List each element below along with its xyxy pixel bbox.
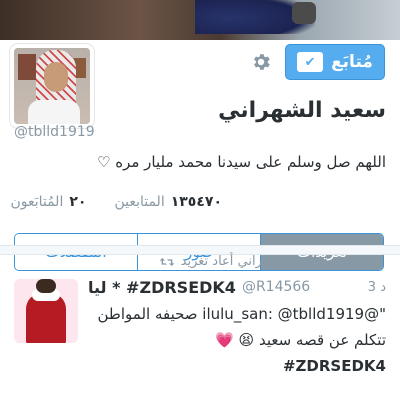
banner-camera: [292, 2, 316, 24]
profile-bio: اللهم صل وسلم على سيدنا محمد مليار مره ♡: [97, 153, 386, 171]
avatar[interactable]: [10, 44, 94, 128]
tweet-text: "@ilulu_san: @tblld1919 صحيفه المواطن تت…: [88, 301, 387, 379]
tweet-author-avatar[interactable]: [14, 279, 78, 343]
tweet-timestamp: 3 د: [367, 279, 386, 295]
profile-handle[interactable]: @tblld1919: [14, 124, 95, 140]
following-button[interactable]: ✔ مُتابَع: [285, 44, 385, 80]
tweet-line: "@ilulu_san: @tblld1919 صحيفه المواطن: [97, 305, 387, 323]
profile-stats: ١٣٥٤٧٠ المتابعين ٢٠ المُتابَعون: [0, 190, 400, 214]
tweet-header: ليا * #ZDRSEDK4 @R14566 3 د: [88, 276, 386, 298]
following-count: ٢٠: [69, 194, 87, 210]
profile-banner: [0, 0, 400, 40]
gear-icon-svg: [254, 54, 270, 70]
tweet-author-name[interactable]: ليا * #ZDRSEDK4: [88, 278, 236, 297]
followers-count: ١٣٥٤٧٠: [170, 194, 222, 210]
gear-icon[interactable]: [248, 49, 274, 75]
person-check-icon: ✔: [297, 52, 324, 72]
tweet[interactable]: ليا * #ZDRSEDK4 @R14566 3 د "@ilulu_san:…: [0, 275, 400, 400]
tweet-hashtag[interactable]: #ZDRSEDK4: [88, 353, 386, 379]
followers-label: المتابعين: [114, 194, 165, 210]
profile-name: سعيد الشهراني: [218, 98, 386, 123]
following-label: مُتابَع: [331, 52, 373, 72]
tweet-line: تتكلم عن قصه سعيد 😫 💗: [215, 331, 386, 349]
tweet-author-handle[interactable]: @R14566: [242, 279, 310, 295]
following-stat[interactable]: ٢٠ المُتابَعون: [10, 194, 86, 210]
retweet-context: سعيد الشهراني أعاد تغريد: [159, 254, 320, 269]
followers-stat[interactable]: ١٣٥٤٧٠ المتابعين: [114, 194, 222, 210]
following-stat-label: المُتابَعون: [10, 194, 64, 210]
retweet-context-text[interactable]: سعيد الشهراني أعاد تغريد: [181, 254, 320, 269]
retweet-icon: [159, 257, 174, 266]
